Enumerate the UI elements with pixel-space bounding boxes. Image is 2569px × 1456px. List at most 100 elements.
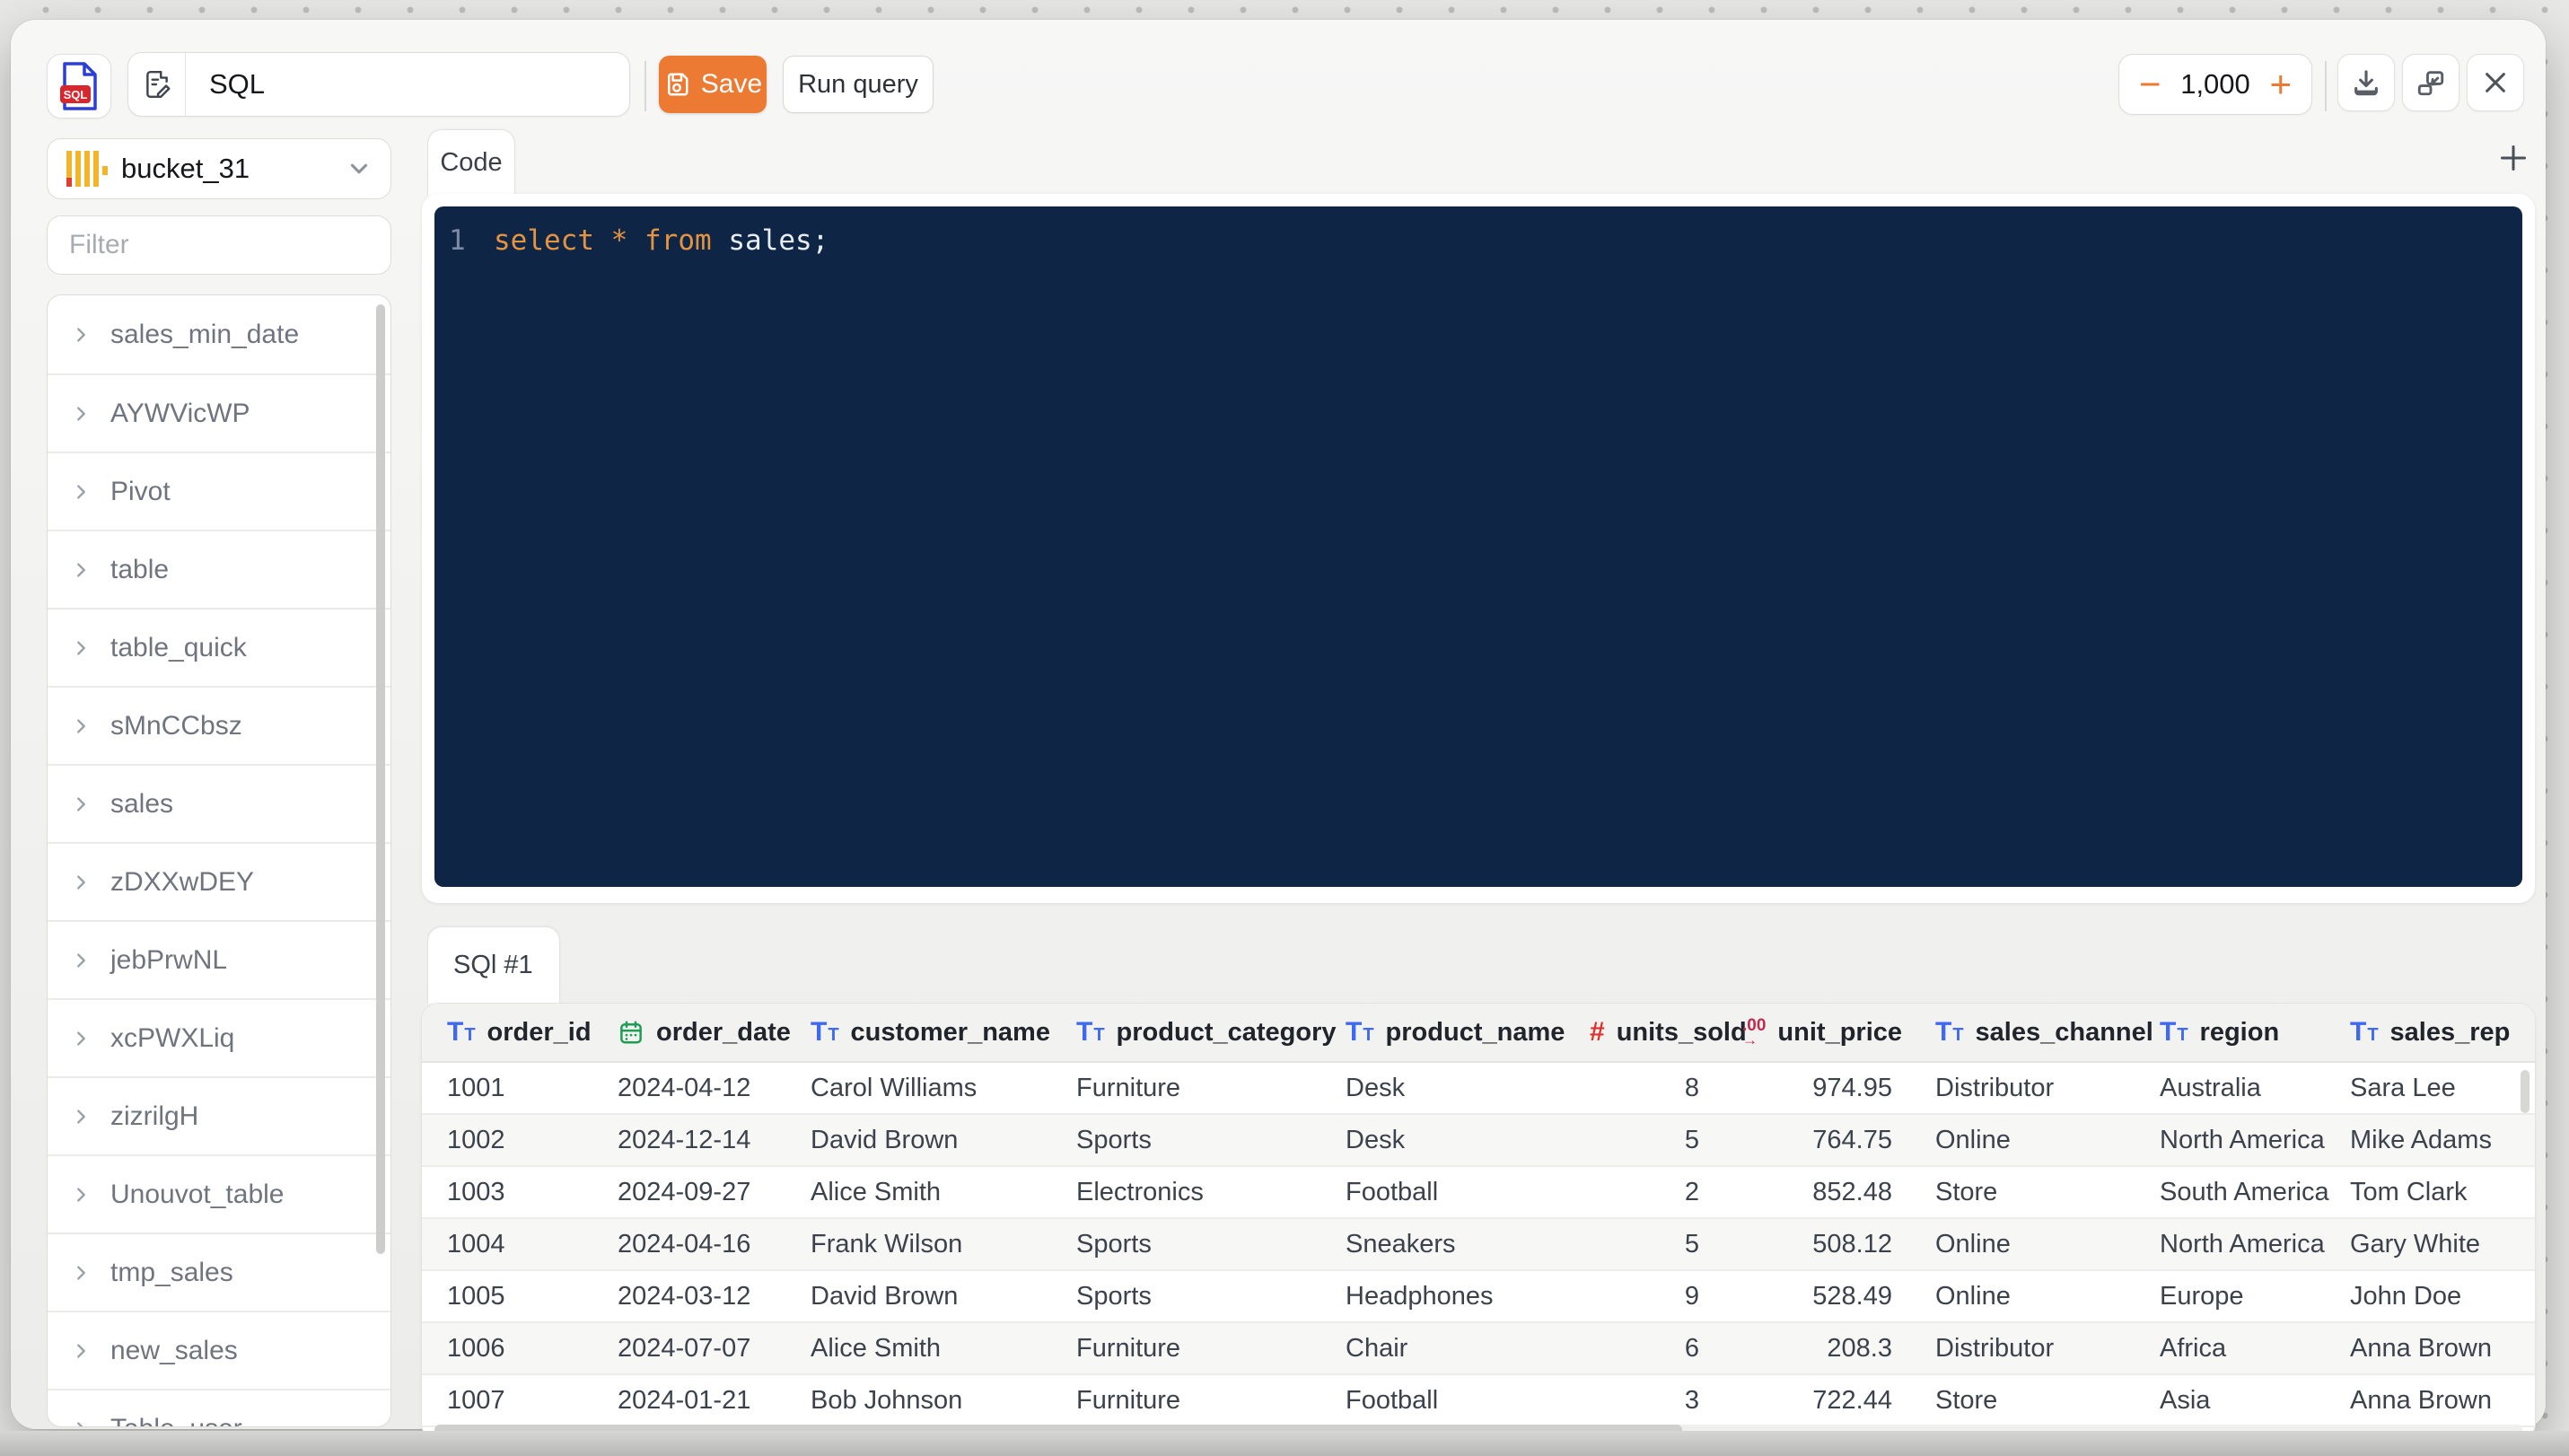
type-float-icon: .00 → (1742, 1016, 1767, 1048)
table-item-zDXXwDEY[interactable]: zDXXwDEY (48, 842, 390, 920)
column-header-sales_channel[interactable]: TT sales_channel (1935, 1018, 2160, 1048)
column-header-sales_rep[interactable]: TT sales_rep (2350, 1018, 2535, 1048)
results-body: 1001 2024-04-12 Carol Williams Furniture Des… (422, 1063, 2535, 1427)
table-item-label: Pivot (110, 476, 171, 506)
table-item-label: table_quick (110, 632, 247, 662)
query-name-field (127, 52, 630, 117)
table-item-sMnCCbsz[interactable]: sMnCCbsz (48, 686, 390, 764)
cell-order_date: 2024-01-21 (618, 1385, 751, 1415)
column-header-customer_name[interactable]: TT customer_name (811, 1018, 1076, 1048)
cell-sales_channel: Online (1935, 1281, 2011, 1311)
results-panel: TT order_id order_date TT customer_name TT pro… (422, 1004, 2535, 1440)
table-item-sales_min_date[interactable]: sales_min_date (48, 295, 390, 373)
save-button[interactable]: Save (659, 56, 767, 113)
table-item-label: sales_min_date (110, 319, 300, 349)
line-number: 1 (449, 224, 466, 257)
column-header-label: sales_channel (1975, 1017, 2153, 1047)
table-item-label: sMnCCbsz (110, 710, 242, 741)
bucket-selector[interactable]: bucket_31 (47, 138, 391, 199)
column-header-order_date[interactable]: order_date (618, 1018, 811, 1048)
table-item-AYWVicWP[interactable]: AYWVicWP (48, 373, 390, 452)
canvas-bottom-edge (0, 1431, 2569, 1456)
query-name-input[interactable] (186, 53, 629, 116)
table-item-tmp_sales[interactable]: tmp_sales (48, 1232, 390, 1311)
table-item-label: xcPWXLiq (110, 1022, 235, 1053)
cell-sales_channel: Store (1935, 1385, 1998, 1415)
sql-file-button[interactable]: SQL (47, 54, 111, 118)
save-label: Save (700, 69, 763, 99)
document-edit-icon (145, 70, 171, 99)
column-header-region[interactable]: TT region (2160, 1018, 2350, 1048)
cell-units_sold: 2 (1684, 1177, 1699, 1206)
close-button[interactable] (2467, 54, 2524, 111)
filter-input[interactable] (48, 230, 390, 260)
chevron-right-icon (77, 406, 85, 421)
type-text-icon: TT (1076, 1017, 1105, 1047)
tab-code[interactable]: Code (427, 129, 515, 196)
cell-unit_price: 974.95 (1812, 1073, 1892, 1102)
type-integer-icon: # (1590, 1017, 1605, 1047)
table-item-jebPrwNL[interactable]: jebPrwNL (48, 920, 390, 998)
chevron-right-icon (77, 874, 85, 890)
chevron-right-icon (77, 952, 85, 968)
row-limit-value[interactable]: 1,000 (2180, 68, 2250, 101)
column-header-label: product_category (1116, 1017, 1337, 1047)
cell-product_name: Desk (1346, 1073, 1406, 1102)
code-line: select * from sales; (494, 224, 829, 257)
cell-order_date: 2024-04-16 (618, 1229, 751, 1259)
type-text-icon: TT (2160, 1017, 2188, 1047)
add-tab-button[interactable] (2494, 138, 2533, 178)
cell-order_date: 2024-09-27 (618, 1177, 751, 1206)
column-header-product_category[interactable]: TT product_category (1076, 1018, 1346, 1048)
download-icon (2354, 70, 2378, 96)
cell-customer_name: Carol Williams (811, 1073, 978, 1102)
column-header-label: order_id (487, 1017, 592, 1047)
increase-row-limit-button[interactable]: + (2269, 66, 2292, 103)
code-tab-label: Code (440, 148, 503, 177)
cell-unit_price: 764.75 (1812, 1125, 1892, 1154)
type-text-icon: TT (1346, 1017, 1374, 1047)
chevron-right-icon (77, 1109, 85, 1124)
sql-file-icon: SQL (60, 62, 97, 110)
table-item-xcPWXLiq[interactable]: xcPWXLiq (48, 998, 390, 1076)
filter-field (47, 215, 391, 275)
table-item-new_sales[interactable]: new_sales (48, 1311, 390, 1389)
table-item-label: tmp_sales (110, 1257, 233, 1287)
cell-customer_name: David Brown (811, 1125, 959, 1154)
table-item-label: sales (110, 788, 174, 819)
table-row: 1001 2024-04-12 Carol Williams Furniture Des… (422, 1063, 2535, 1115)
cell-unit_price: 722.44 (1812, 1385, 1892, 1415)
cell-sales_channel: Distributor (1935, 1333, 2055, 1363)
cell-sales_rep: Mike Adams (2350, 1125, 2492, 1154)
vertical-scrollbar-thumb[interactable] (2521, 1070, 2530, 1113)
table-item-Unouvot_table[interactable]: Unouvot_table (48, 1154, 390, 1232)
rename-query-button[interactable] (128, 53, 186, 116)
collapse-window-button[interactable] (2402, 54, 2459, 111)
table-item-zizrilgH[interactable]: zizrilgH (48, 1076, 390, 1154)
cell-product_category: Sports (1076, 1281, 1152, 1311)
collapse-icon (2417, 71, 2444, 96)
tables-scrollbar[interactable] (376, 304, 385, 1254)
cell-product_name: Sneakers (1346, 1229, 1456, 1259)
decrease-row-limit-button[interactable]: − (2139, 66, 2161, 103)
column-header-order_id[interactable]: TT order_id (447, 1018, 618, 1048)
chevron-right-icon (77, 327, 85, 342)
table-item-sales[interactable]: sales (48, 764, 390, 842)
column-header-product_name[interactable]: TT product_name (1346, 1018, 1590, 1048)
cell-order_id: 1002 (447, 1125, 505, 1154)
table-item-table_quick[interactable]: table_quick (48, 608, 390, 686)
run-query-button[interactable]: Run query (783, 56, 934, 113)
code-editor[interactable]: 1 select * from sales; (434, 206, 2522, 887)
result-tab-label: SQl #1 (453, 951, 533, 979)
table-item-Pivot[interactable]: Pivot (48, 452, 390, 530)
table-item-Table_user[interactable]: Table_user (48, 1389, 390, 1426)
cell-order_id: 1004 (447, 1229, 505, 1259)
tab-result[interactable]: SQl #1 (427, 926, 560, 1004)
toolbar-divider (644, 61, 646, 111)
download-results-button[interactable] (2337, 54, 2395, 111)
table-item-table[interactable]: table (48, 530, 390, 608)
column-header-unit_price[interactable]: .00 → unit_price (1742, 1017, 1935, 1048)
cell-sales_rep: Tom Clark (2350, 1177, 2468, 1206)
column-header-units_sold[interactable]: # units_sold (1590, 1017, 1747, 1048)
cell-region: Australia (2160, 1073, 2261, 1102)
